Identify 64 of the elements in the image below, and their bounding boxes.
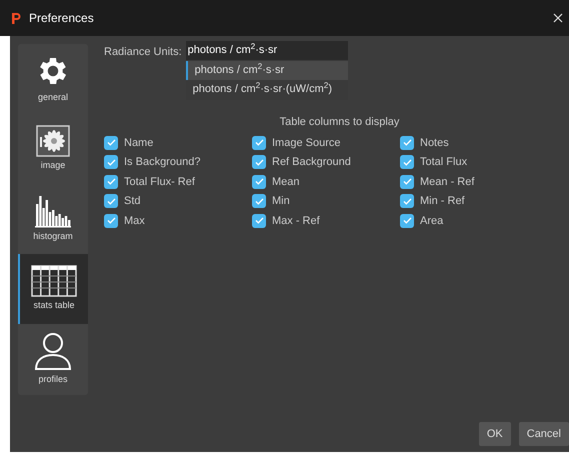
sidebar-item[interactable]: profiles	[18, 324, 88, 394]
checkbox[interactable]	[400, 174, 414, 189]
person-icon	[33, 331, 73, 372]
checkbox-label: Area	[420, 214, 444, 228]
flower-image-icon	[36, 125, 70, 158]
checkbox-label: Total Flux- Ref	[124, 174, 195, 190]
checkmark-icon	[106, 178, 116, 186]
checkbox[interactable]	[400, 136, 414, 150]
dropdown-option[interactable]: photons / cm$^{2}$·s·sr	[186, 61, 348, 80]
section-title: Table columns to display	[280, 115, 400, 130]
dropdown-option[interactable]: photons / cm$^{2}$·s·sr·(uW/cm$^{2}$)	[186, 80, 348, 99]
window-title: Preferences	[29, 10, 94, 27]
checkmark-icon	[106, 198, 116, 205]
checkbox[interactable]	[104, 214, 118, 228]
checkbox-label: Total Flux	[420, 155, 468, 170]
ok-button[interactable]: OK	[478, 422, 511, 446]
checkmark-icon	[402, 198, 412, 205]
checkbox[interactable]	[400, 214, 414, 228]
checkbox-label: Mean	[272, 174, 300, 190]
checkmark-icon	[106, 139, 116, 146]
radiance-units-combo[interactable]: photons / cm$^{2}$·s·sr	[186, 41, 348, 60]
sidebar-item[interactable]: general	[18, 44, 88, 114]
checkbox-label: Ref Background	[272, 155, 351, 170]
checkbox-label: Image Source	[272, 136, 340, 150]
checkbox-label: Notes	[420, 136, 449, 150]
checkbox-label: Is Background?	[124, 155, 200, 170]
sidebar-item[interactable]: image	[18, 114, 88, 184]
checkbox[interactable]	[104, 136, 118, 150]
checkmark-icon	[106, 158, 116, 166]
checkbox-label: Mean - Ref	[420, 174, 474, 190]
checkbox[interactable]	[252, 155, 266, 170]
checkmark-icon	[254, 217, 264, 224]
checkbox-label: Std	[124, 194, 141, 209]
close-icon[interactable]	[553, 13, 563, 23]
cancel-button[interactable]: Cancel	[518, 422, 569, 446]
app-logo-icon	[12, 12, 21, 24]
sidebar-item[interactable]: stats table	[18, 254, 88, 324]
checkbox[interactable]	[252, 174, 266, 189]
checkmark-icon	[254, 139, 264, 146]
sidebar-item[interactable]: histogram	[18, 184, 88, 254]
checkbox-label: Max	[124, 214, 145, 228]
checkbox[interactable]	[104, 155, 118, 170]
checkbox[interactable]	[252, 214, 266, 228]
checkmark-icon	[402, 178, 412, 186]
radiance-units-label: Radiance Units:	[104, 45, 182, 60]
table-icon	[31, 265, 77, 298]
checkmark-icon	[402, 217, 412, 224]
checkbox[interactable]	[252, 194, 266, 208]
checkmark-icon	[254, 178, 264, 186]
checkbox[interactable]	[104, 194, 118, 208]
checkbox-label: Min	[272, 194, 290, 209]
checkbox[interactable]	[400, 194, 414, 208]
checkmark-icon	[402, 158, 412, 166]
checkbox[interactable]	[252, 136, 266, 150]
checkbox[interactable]	[400, 155, 414, 170]
histogram-icon	[34, 194, 72, 228]
checkbox-label: Name	[124, 136, 154, 150]
checkbox-label: Max - Ref	[272, 214, 320, 228]
checkmark-icon	[254, 158, 264, 166]
checkmark-icon	[106, 217, 116, 224]
checkbox[interactable]	[104, 174, 118, 189]
checkmark-icon	[402, 139, 412, 146]
checkmark-icon	[254, 198, 264, 205]
checkbox-label: Min - Ref	[420, 194, 465, 209]
